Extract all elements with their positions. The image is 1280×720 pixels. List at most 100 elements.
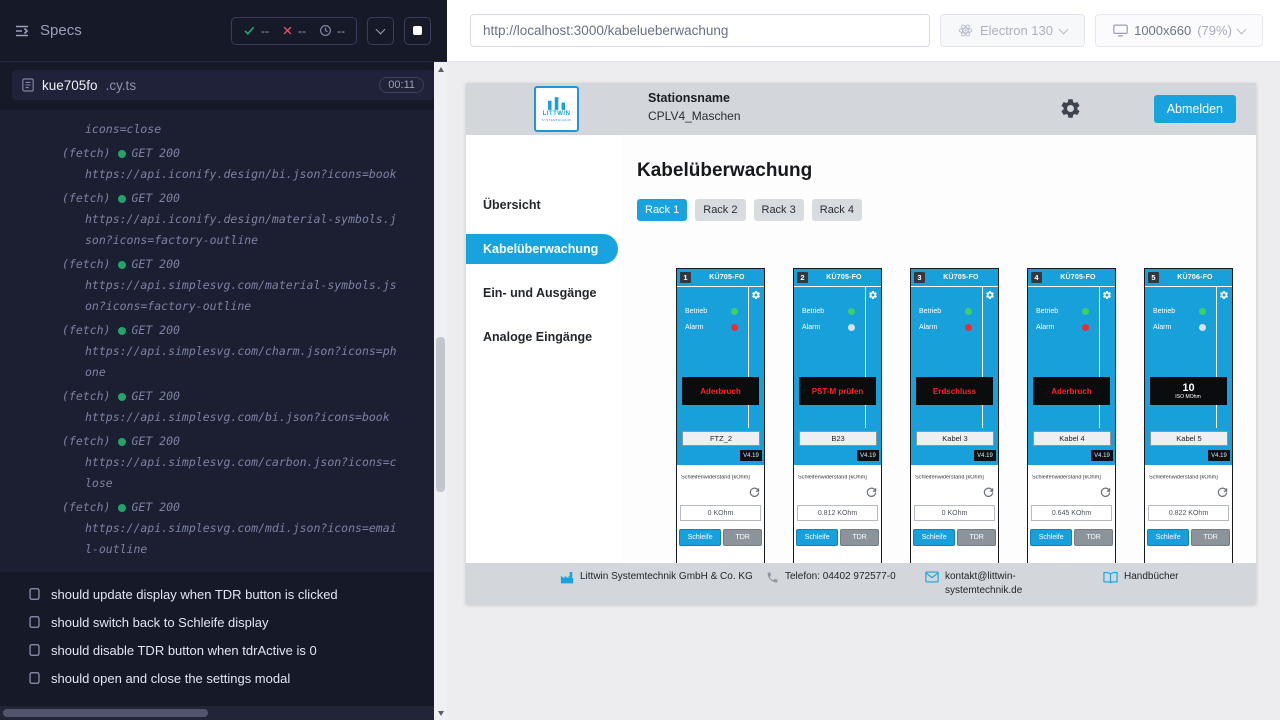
browser-toolbar: Electron 130 1000x660 (79%)	[447, 0, 1280, 62]
logout-button[interactable]: Abmelden	[1154, 95, 1236, 123]
phone-icon	[766, 571, 779, 584]
resistance-value: 0.822 KOhm	[1148, 505, 1229, 521]
scrollbar-thumb[interactable]	[436, 337, 445, 492]
alarm-led	[1199, 324, 1206, 331]
measure-label: Schleifenwiderstand [kOhm]	[681, 475, 750, 481]
cable-name-field[interactable]: Kabel 5	[1150, 431, 1228, 446]
betrieb-led	[848, 308, 855, 315]
refresh-icon[interactable]	[1100, 487, 1111, 498]
tdr-button[interactable]: TDR	[840, 529, 879, 546]
card-settings-gear-icon[interactable]	[868, 290, 878, 300]
schleife-button[interactable]: Schleife	[913, 529, 955, 546]
tab-rack-1[interactable]: Rack 1	[637, 199, 687, 221]
device-card-2: 2 KÜ705-FO Betrieb Alarm PST-M prüfen	[793, 268, 882, 563]
alarm-led	[965, 324, 972, 331]
status-display: Aderbruch	[682, 377, 759, 405]
footer-phone: Telefon: 04402 972577-0	[766, 570, 903, 584]
test-icon	[28, 643, 41, 657]
card-settings-gear-icon[interactable]	[1102, 290, 1112, 300]
log-entry[interactable]: (fetch)GET 200 https://api.iconify.desig…	[0, 142, 447, 187]
scrollbar-thumb[interactable]	[3, 709, 208, 717]
card-model: KÜ705-FO	[1045, 274, 1111, 281]
schleife-button[interactable]: Schleife	[796, 529, 838, 546]
refresh-icon[interactable]	[749, 487, 760, 498]
divider	[1099, 287, 1100, 428]
stat-pending: --	[319, 24, 345, 38]
specs-label: Specs	[40, 22, 82, 39]
status-display: PST-M prüfen	[799, 377, 876, 405]
command-log: icons=close (fetch)GET 200 https://api.i…	[0, 110, 447, 572]
spec-header[interactable]: kue705fo .cy.ts 00:11	[12, 70, 434, 100]
tdr-button[interactable]: TDR	[1191, 529, 1230, 546]
status-display: 10 ISO MOhm	[1150, 377, 1227, 405]
sidebar-item-ein-ausgaenge[interactable]: Ein- und Ausgänge	[466, 278, 621, 308]
sidebar-toggle-icon[interactable]	[14, 23, 30, 39]
email-icon	[925, 571, 939, 597]
test-item[interactable]: should switch back to Schleife display	[0, 608, 447, 636]
tdr-button[interactable]: TDR	[1074, 529, 1113, 546]
card-model: KÜ705-FO	[928, 274, 994, 281]
log-entry[interactable]: (fetch)GET 200 https://api.simplesvg.com…	[0, 385, 447, 430]
cable-name-field[interactable]: FTZ_2	[682, 431, 760, 446]
test-item[interactable]: should disable TDR button when tdrActive…	[0, 636, 447, 664]
measure-label: Schleifenwiderstand [kOhm]	[798, 475, 867, 481]
status-dot-icon	[118, 393, 126, 401]
schleife-button[interactable]: Schleife	[1147, 529, 1189, 546]
url-input[interactable]	[483, 23, 917, 38]
log-entry[interactable]: (fetch)GET 200 https://api.simplesvg.com…	[0, 430, 447, 496]
device-card-3: 3 KÜ705-FO Betrieb Alarm Erdschluss	[910, 268, 999, 563]
measure-label: Schleifenwiderstand [kOhm]	[1149, 475, 1218, 481]
refresh-icon[interactable]	[866, 487, 877, 498]
cable-name-field[interactable]: B23	[799, 431, 877, 446]
app-footer: Littwin Systemtechnik GmbH & Co. KG Tele…	[466, 563, 1256, 604]
card-settings-gear-icon[interactable]	[751, 290, 761, 300]
cable-name-field[interactable]: Kabel 4	[1033, 431, 1111, 446]
divider	[865, 287, 866, 428]
device-card-1: 1 KÜ705-FO Betrieb Alarm Aderbruch	[676, 268, 765, 563]
settings-gear-icon[interactable]	[1059, 97, 1082, 120]
log-entry[interactable]: icons=close	[0, 118, 447, 142]
log-entry[interactable]: (fetch)GET 200 https://api.simplesvg.com…	[0, 496, 447, 562]
stop-icon	[413, 26, 422, 35]
test-item[interactable]: should update display when TDR button is…	[0, 580, 447, 608]
cable-name-field[interactable]: Kabel 3	[916, 431, 994, 446]
scroll-down-arrow[interactable]	[434, 706, 447, 720]
url-bar[interactable]	[470, 14, 930, 47]
chevron-down-icon	[1059, 24, 1069, 34]
tdr-button[interactable]: TDR	[723, 529, 762, 546]
card-settings-gear-icon[interactable]	[1219, 290, 1229, 300]
status-display: Aderbruch	[1033, 377, 1110, 405]
refresh-icon[interactable]	[983, 487, 994, 498]
sidebar-item-uebersicht[interactable]: Übersicht	[466, 190, 621, 220]
resistance-value: 0 KOhm	[914, 505, 995, 521]
footer-company: Littwin Systemtechnik GmbH & Co. KG	[560, 570, 758, 584]
log-entry[interactable]: (fetch)GET 200 https://api.simplesvg.com…	[0, 253, 447, 319]
card-settings-gear-icon[interactable]	[985, 290, 995, 300]
tab-rack-4[interactable]: Rack 4	[812, 199, 862, 221]
schleife-button[interactable]: Schleife	[1030, 529, 1072, 546]
clock-icon	[319, 24, 332, 37]
sidebar-item-kabelueberwachung[interactable]: Kabelüberwachung	[466, 234, 618, 264]
log-entry[interactable]: (fetch)GET 200 https://api.simplesvg.com…	[0, 319, 447, 385]
chevron-down-icon	[376, 24, 386, 34]
collapse-button[interactable]	[367, 17, 394, 45]
schleife-button[interactable]: Schleife	[679, 529, 721, 546]
test-item[interactable]: should open and close the settings modal	[0, 664, 447, 692]
browser-selector[interactable]: Electron 130	[940, 14, 1085, 47]
viewport-selector[interactable]: 1000x660 (79%)	[1095, 14, 1263, 47]
alarm-led	[1082, 324, 1089, 331]
footer-email[interactable]: kontakt@littwin-systemtechnik.de	[925, 570, 1045, 597]
refresh-icon[interactable]	[1217, 487, 1228, 498]
tab-rack-2[interactable]: Rack 2	[695, 199, 745, 221]
stop-button[interactable]	[404, 17, 431, 45]
sidebar-item-analoge-eingaenge[interactable]: Analoge Eingänge	[466, 322, 621, 352]
log-entry[interactable]: (fetch)GET 200 https://api.iconify.desig…	[0, 187, 447, 253]
tab-rack-3[interactable]: Rack 3	[754, 199, 804, 221]
horizontal-scrollbar	[0, 706, 434, 720]
spec-timer: 00:11	[379, 77, 424, 93]
scroll-up-arrow[interactable]	[434, 62, 447, 76]
footer-manuals[interactable]: Handbücher	[1103, 570, 1178, 584]
status-dot-icon	[118, 438, 126, 446]
status-dot-icon	[118, 261, 126, 269]
tdr-button[interactable]: TDR	[957, 529, 996, 546]
